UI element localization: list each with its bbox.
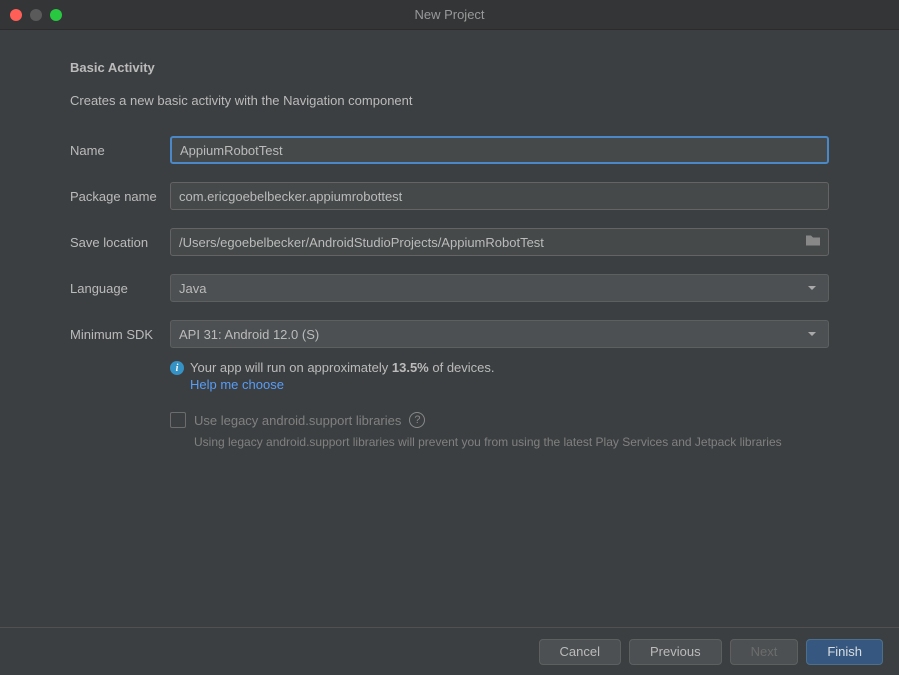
info-icon: i [170,361,184,375]
next-button: Next [730,639,799,665]
finish-button[interactable]: Finish [806,639,883,665]
legacy-libraries-checkbox[interactable] [170,412,186,428]
legacy-libraries-label: Use legacy android.support libraries [194,413,401,428]
previous-button[interactable]: Previous [629,639,722,665]
save-location-label: Save location [70,235,170,250]
titlebar: New Project [0,0,899,30]
page-description: Creates a new basic activity with the Na… [70,93,829,108]
legacy-note: Using legacy android.support libraries w… [194,434,829,451]
page-heading: Basic Activity [70,60,829,75]
footer: Cancel Previous Next Finish [0,627,899,675]
device-coverage-text: Your app will run on approximately 13.5%… [190,360,495,375]
help-icon[interactable]: ? [409,412,425,428]
min-sdk-select[interactable]: API 31: Android 12.0 (S) [170,320,829,348]
chevron-down-icon [808,332,816,336]
window-title: New Project [414,7,484,22]
language-label: Language [70,281,170,296]
language-value: Java [179,281,206,296]
package-input[interactable] [170,182,829,210]
form-content: Basic Activity Creates a new basic activ… [0,30,899,451]
name-label: Name [70,143,170,158]
cancel-button[interactable]: Cancel [539,639,621,665]
minimize-window-button[interactable] [30,9,42,21]
min-sdk-label: Minimum SDK [70,327,170,342]
save-location-input[interactable] [170,228,829,256]
browse-folder-icon[interactable] [805,234,821,251]
min-sdk-value: API 31: Android 12.0 (S) [179,327,319,342]
traffic-lights [0,9,62,21]
name-input[interactable] [170,136,829,164]
help-me-choose-link[interactable]: Help me choose [190,377,829,392]
close-window-button[interactable] [10,9,22,21]
package-label: Package name [70,189,170,204]
chevron-down-icon [808,286,816,290]
language-select[interactable]: Java [170,274,829,302]
maximize-window-button[interactable] [50,9,62,21]
